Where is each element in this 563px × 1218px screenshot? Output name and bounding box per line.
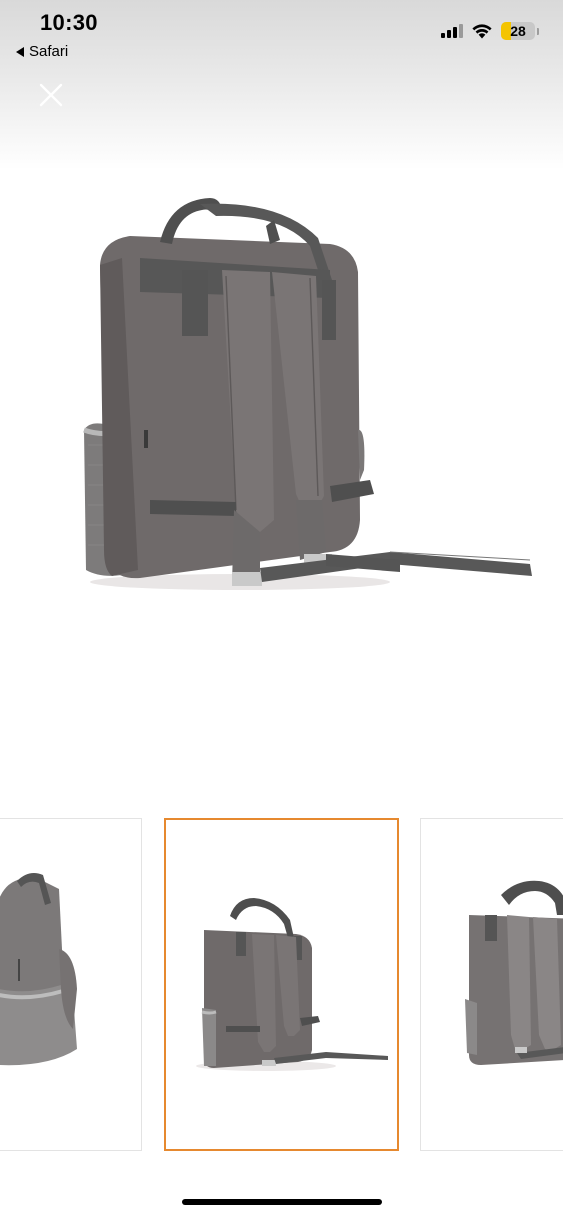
- battery-cap: [537, 27, 539, 35]
- back-to-app-link[interactable]: Safari: [16, 43, 68, 60]
- thumbnail-2[interactable]: [164, 818, 399, 1151]
- wifi-icon: [472, 24, 492, 39]
- back-app-label: Safari: [29, 43, 69, 60]
- backpack-back-thumbnail: [196, 898, 388, 1071]
- backpack-back-alt-thumbnail: [465, 880, 563, 1065]
- status-indicators: 28: [441, 22, 539, 40]
- battery-icon: 28: [501, 22, 535, 40]
- close-icon[interactable]: [36, 80, 66, 110]
- thumbnail-1[interactable]: [0, 818, 142, 1151]
- back-triangle-icon: [16, 46, 24, 57]
- status-time: 10:30: [40, 10, 98, 35]
- thumbnail-3[interactable]: [420, 818, 563, 1151]
- main-product-image: [83, 198, 532, 590]
- home-indicator[interactable]: [182, 1199, 382, 1205]
- backpack-side-thumbnail: [0, 873, 77, 1066]
- battery-level: 28: [510, 23, 526, 39]
- cellular-signal-icon: [441, 24, 463, 38]
